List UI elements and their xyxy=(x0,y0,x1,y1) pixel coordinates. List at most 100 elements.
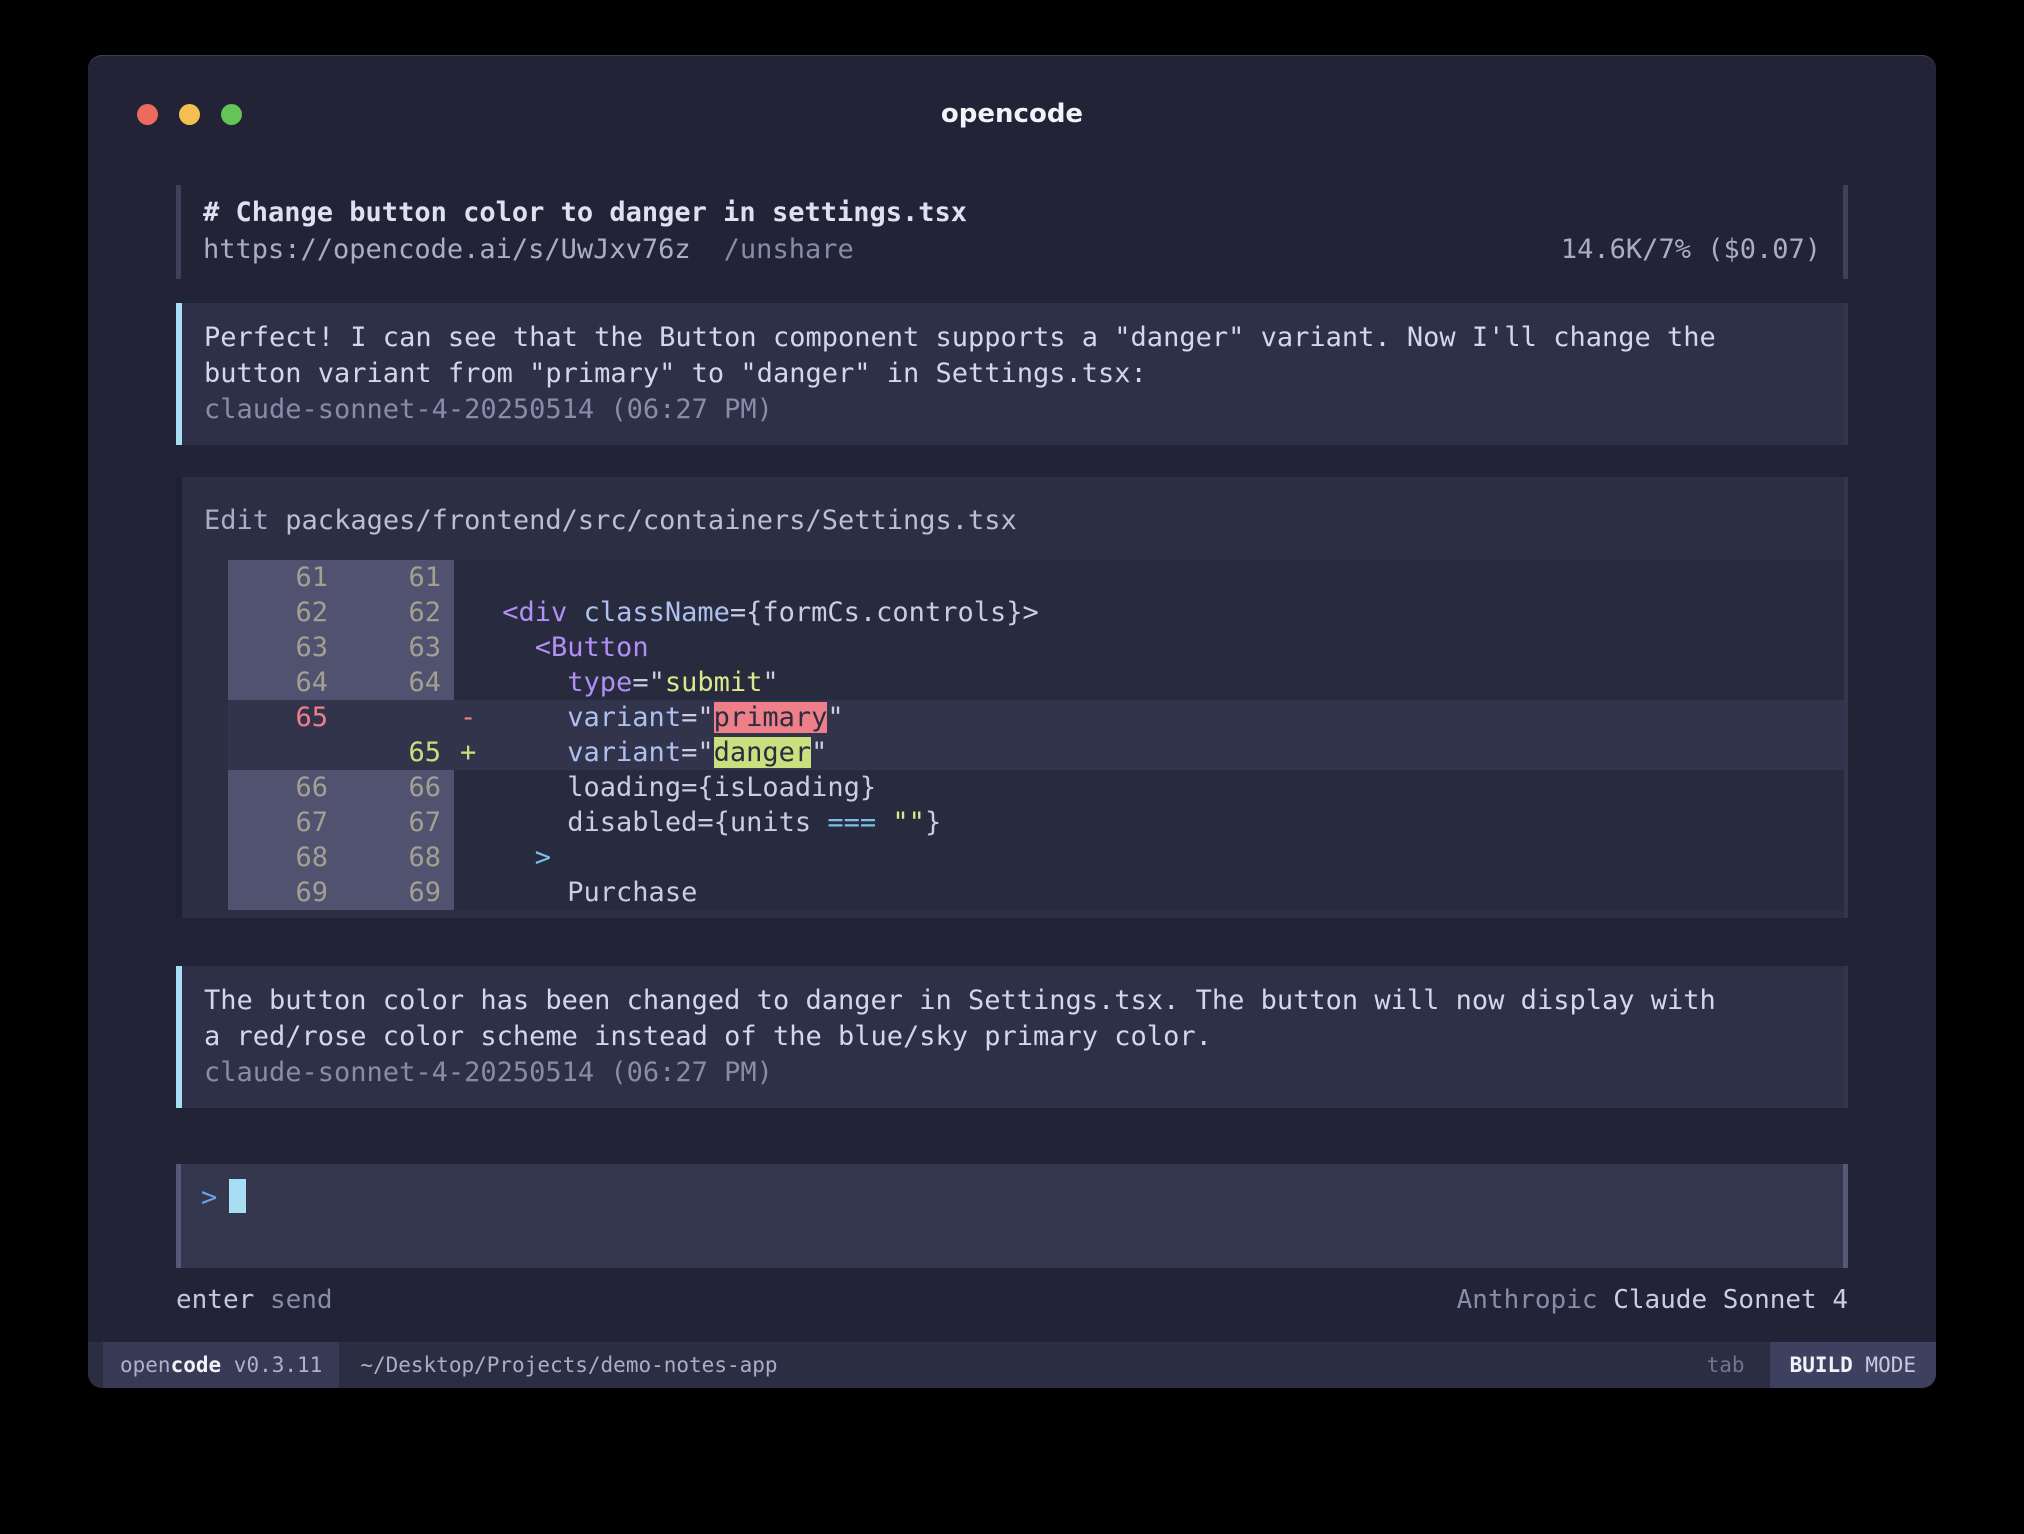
mode-build: BUILD xyxy=(1790,1353,1853,1377)
diff-row: 6363 <Button xyxy=(182,630,1844,665)
unshare-command-label: /unshare xyxy=(724,231,854,268)
window-title: opencode xyxy=(88,99,1936,129)
code-diff: 61616262 <div className={formCs.controls… xyxy=(182,560,1844,910)
titlebar: opencode xyxy=(88,55,1936,113)
diff-row-padding xyxy=(182,560,228,595)
code-line xyxy=(486,560,1844,595)
code-line: variant="danger" xyxy=(486,735,1844,770)
edited-file-path: packages/frontend/src/containers/Setting… xyxy=(285,505,1017,536)
model-indicator: Anthropic Claude Sonnet 4 xyxy=(1457,1284,1848,1316)
line-number-new: 67 xyxy=(338,805,454,840)
status-bar-right: tab BUILD MODE xyxy=(1707,1342,1936,1388)
code-line: disabled={units === ""} xyxy=(486,805,1844,840)
message-model-timestamp: claude-sonnet-4-20250514 (06:27 PM) xyxy=(204,1055,1822,1091)
diff-row-padding xyxy=(182,840,228,875)
line-number-new: 63 xyxy=(338,630,454,665)
line-number-old: 68 xyxy=(228,840,338,875)
code-line: variant="primary" xyxy=(486,700,1844,735)
diff-row-padding xyxy=(182,595,228,630)
edit-tool-header: Edit packages/frontend/src/containers/Se… xyxy=(182,477,1844,560)
diff-marker: + xyxy=(454,735,486,770)
line-number-old: 65 xyxy=(228,700,338,735)
opencode-window: opencode # Change button color to danger… xyxy=(88,55,1936,1388)
diff-marker xyxy=(454,770,486,805)
app-name-code: code xyxy=(171,1353,222,1377)
diff-row-padding xyxy=(182,630,228,665)
line-number-new: 69 xyxy=(338,875,454,910)
line-number-old: 64 xyxy=(228,665,338,700)
diff-row: 6969 Purchase xyxy=(182,875,1844,910)
footer-hints: enter send Anthropic Claude Sonnet 4 xyxy=(176,1284,1848,1316)
app-name-open: open xyxy=(120,1353,171,1377)
message-model-timestamp: claude-sonnet-4-20250514 (06:27 PM) xyxy=(204,392,1822,428)
line-number-new: 66 xyxy=(338,770,454,805)
code-line: <div className={formCs.controls}> xyxy=(486,595,1844,630)
line-number-new: 64 xyxy=(338,665,454,700)
assistant-message-1: Perfect! I can see that the Button compo… xyxy=(176,303,1848,445)
line-number-new: 65 xyxy=(338,735,454,770)
diff-marker xyxy=(454,840,486,875)
diff-row-padding xyxy=(182,875,228,910)
diff-row-padding xyxy=(182,665,228,700)
working-directory: ~/Desktop/Projects/demo-notes-app xyxy=(360,1342,777,1388)
diff-row: 65 - variant="primary" xyxy=(182,700,1844,735)
line-number-old: 63 xyxy=(228,630,338,665)
prompt-symbol: > xyxy=(201,1182,217,1213)
message-line: a red/rose color scheme instead of the b… xyxy=(204,1019,1822,1055)
code-line: <Button xyxy=(486,630,1844,665)
mode-label: MODE xyxy=(1853,1353,1916,1377)
mode-chip[interactable]: BUILD MODE xyxy=(1767,1342,1936,1388)
keybind-action-send: send xyxy=(270,1285,333,1315)
token-usage-cost: 14.6K/7% ($0.07) xyxy=(1561,231,1821,268)
session-header: # Change button color to danger in setti… xyxy=(176,185,1848,279)
session-share-row: https://opencode.ai/s/UwJxv76z /unshare … xyxy=(203,231,1821,268)
line-number-old: 66 xyxy=(228,770,338,805)
diff-row: 6666 loading={isLoading} xyxy=(182,770,1844,805)
line-number-old: 61 xyxy=(228,560,338,595)
tool-name: Edit xyxy=(204,505,269,536)
share-url-link[interactable]: https://opencode.ai/s/UwJxv76z xyxy=(203,231,691,268)
prompt-input[interactable]: > xyxy=(176,1164,1848,1268)
diff-marker: - xyxy=(454,700,486,735)
status-bar: opencode v0.3.11 ~/Desktop/Projects/demo… xyxy=(88,1342,1936,1388)
assistant-message-2: The button color has been changed to dan… xyxy=(176,966,1848,1108)
edit-tool-block: Edit packages/frontend/src/containers/Se… xyxy=(176,477,1848,918)
session-title: # Change button color to danger in setti… xyxy=(203,194,1821,231)
diff-marker xyxy=(454,875,486,910)
app-version-chip: opencode v0.3.11 xyxy=(103,1342,339,1388)
line-number-new: 68 xyxy=(338,840,454,875)
diff-row-padding xyxy=(182,700,228,735)
line-number-old: 67 xyxy=(228,805,338,840)
diff-marker xyxy=(454,560,486,595)
diff-marker xyxy=(454,665,486,700)
keybind-enter: enter xyxy=(176,1285,254,1315)
line-number-new: 62 xyxy=(338,595,454,630)
line-number-new xyxy=(338,700,454,735)
line-number-old: 62 xyxy=(228,595,338,630)
line-number-new: 61 xyxy=(338,560,454,595)
app-version: v0.3.11 xyxy=(221,1353,322,1377)
message-line: Perfect! I can see that the Button compo… xyxy=(204,320,1822,356)
diff-marker xyxy=(454,595,486,630)
message-line: button variant from "primary" to "danger… xyxy=(204,356,1822,392)
diff-marker xyxy=(454,805,486,840)
model-name: Claude Sonnet 4 xyxy=(1613,1285,1848,1315)
model-provider: Anthropic xyxy=(1457,1285,1598,1315)
code-line: > xyxy=(486,840,1844,875)
diff-row: 6767 disabled={units === ""} xyxy=(182,805,1844,840)
diff-row: 6262 <div className={formCs.controls}> xyxy=(182,595,1844,630)
line-number-old xyxy=(228,735,338,770)
diff-marker xyxy=(454,630,486,665)
diff-row-padding xyxy=(182,770,228,805)
diff-row-padding xyxy=(182,805,228,840)
code-line: loading={isLoading} xyxy=(486,770,1844,805)
text-cursor xyxy=(229,1179,246,1213)
diff-row: 6464 type="submit" xyxy=(182,665,1844,700)
keybind-tab: tab xyxy=(1707,1342,1745,1388)
main-content: # Change button color to danger in setti… xyxy=(88,185,1936,1316)
diff-row: 6161 xyxy=(182,560,1844,595)
diff-row: 65+ variant="danger" xyxy=(182,735,1844,770)
message-line: The button color has been changed to dan… xyxy=(204,983,1822,1019)
code-line: Purchase xyxy=(486,875,1844,910)
diff-row-padding xyxy=(182,735,228,770)
